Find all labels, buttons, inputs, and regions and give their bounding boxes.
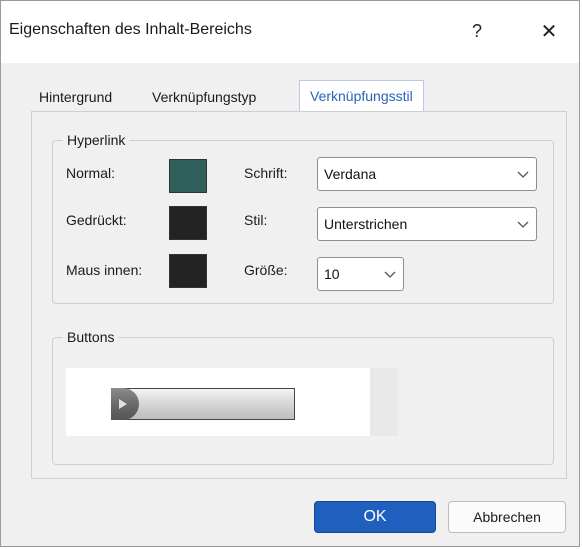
hover-color-swatch[interactable] <box>169 254 207 288</box>
chevron-down-icon <box>517 171 529 178</box>
style-label: Stil: <box>244 212 268 228</box>
font-label: Schrift: <box>244 165 288 181</box>
font-value: Verdana <box>324 166 377 182</box>
size-select[interactable]: 10 <box>317 257 404 291</box>
normal-label: Normal: <box>66 165 116 181</box>
chevron-down-icon <box>384 271 396 278</box>
title-bar: Eigenschaften des Inhalt-Bereichs ? ✕ <box>1 1 579 63</box>
preview-scroll-area <box>370 368 398 436</box>
close-icon: ✕ <box>540 20 558 43</box>
normal-color-swatch[interactable] <box>169 159 207 193</box>
chevron-down-icon <box>517 221 529 228</box>
buttons-group: Buttons <box>52 329 554 465</box>
pressed-color-swatch[interactable] <box>169 206 207 240</box>
help-icon: ? <box>471 20 482 41</box>
hyperlink-group: Hyperlink Normal: Gedrückt: Maus innen: … <box>52 132 554 304</box>
cancel-button[interactable]: Abbrechen <box>448 501 566 533</box>
ok-button[interactable]: OK <box>314 501 436 533</box>
help-button[interactable]: ? <box>457 13 497 49</box>
buttons-legend: Buttons <box>63 329 119 345</box>
dialog-title: Eigenschaften des Inhalt-Bereichs <box>9 21 252 38</box>
tab-verknuepfungstyp[interactable]: Verknüpfungstyp <box>152 83 256 111</box>
close-button[interactable]: ✕ <box>529 13 569 49</box>
hover-label: Maus innen: <box>66 262 143 278</box>
tab-panel-verknuepfungsstil: Hyperlink Normal: Gedrückt: Maus innen: … <box>31 111 567 479</box>
size-label: Größe: <box>244 262 288 278</box>
hyperlink-legend: Hyperlink <box>63 132 130 148</box>
preview-button-cap <box>111 388 139 420</box>
preview-button <box>111 388 295 420</box>
style-select[interactable]: Unterstrichen <box>317 207 537 241</box>
tab-hintergrund[interactable]: Hintergrund <box>39 83 112 111</box>
size-value: 10 <box>324 266 340 282</box>
dialog-window: Eigenschaften des Inhalt-Bereichs ? ✕ Hi… <box>0 0 580 547</box>
play-triangle-icon <box>119 399 127 409</box>
style-value: Unterstrichen <box>324 216 408 232</box>
tab-verknuepfungsstil[interactable]: Verknüpfungsstil <box>299 80 424 111</box>
font-select[interactable]: Verdana <box>317 157 537 191</box>
pressed-label: Gedrückt: <box>66 212 127 228</box>
button-preview[interactable] <box>66 368 370 436</box>
